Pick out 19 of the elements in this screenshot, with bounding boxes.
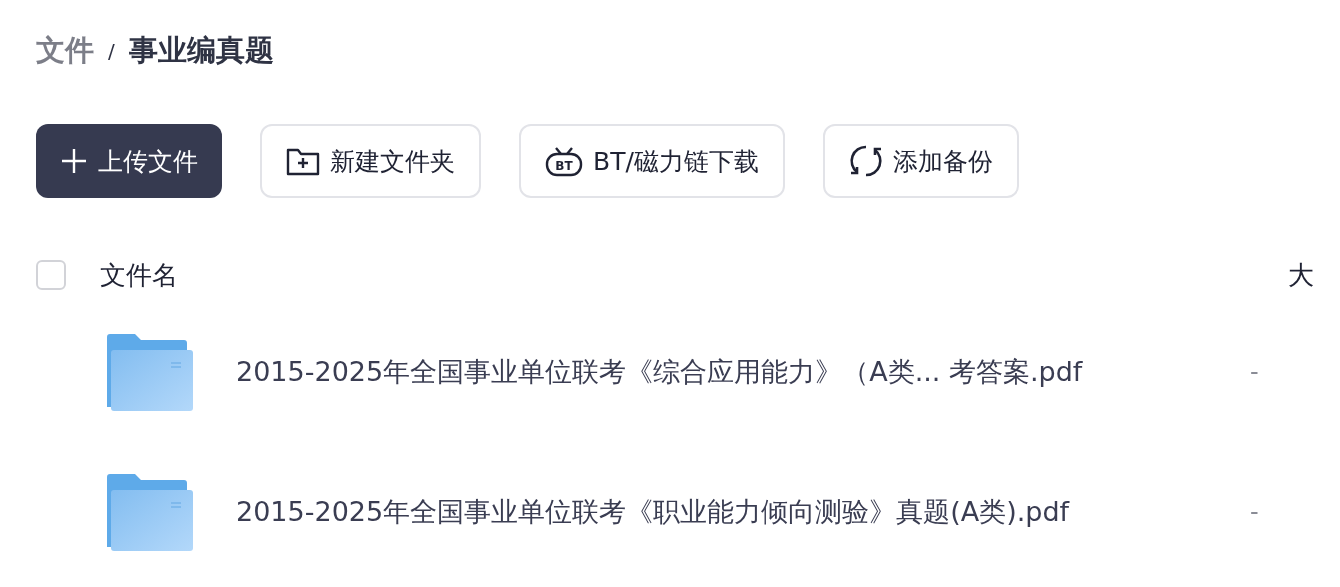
file-name[interactable]: 2015-2025年全国事业单位联考《职业能力倾向测验》真题(A类).pdf — [236, 494, 1250, 530]
breadcrumb-link[interactable]: 文件 — [36, 31, 94, 71]
folder-icon — [107, 473, 193, 551]
file-size: - — [1250, 358, 1259, 386]
bt-button[interactable]: BT BT/磁力链下载 — [519, 124, 785, 198]
plus-icon — [60, 147, 88, 175]
file-size: - — [1250, 498, 1259, 526]
file-name[interactable]: 2015-2025年全国事业单位联考《综合应用能力》（A类... 考答案.pdf — [236, 354, 1250, 390]
column-header: 大 — [1288, 258, 1314, 292]
column-header: 文件名 — [100, 258, 179, 292]
upload-button[interactable]: 上传文件 — [36, 124, 222, 198]
folder-icon — [107, 333, 193, 411]
folder-plus-icon — [286, 146, 320, 176]
refresh-icon — [848, 144, 883, 178]
current-folder-title: 事业编真题 — [128, 32, 274, 69]
select-all-checkbox[interactable] — [36, 260, 66, 290]
backup-button[interactable]: 添加备份 — [822, 124, 1019, 198]
breadcrumb-separator: / — [108, 39, 115, 63]
new-folder-button[interactable]: 新建文件夹 — [260, 124, 481, 198]
